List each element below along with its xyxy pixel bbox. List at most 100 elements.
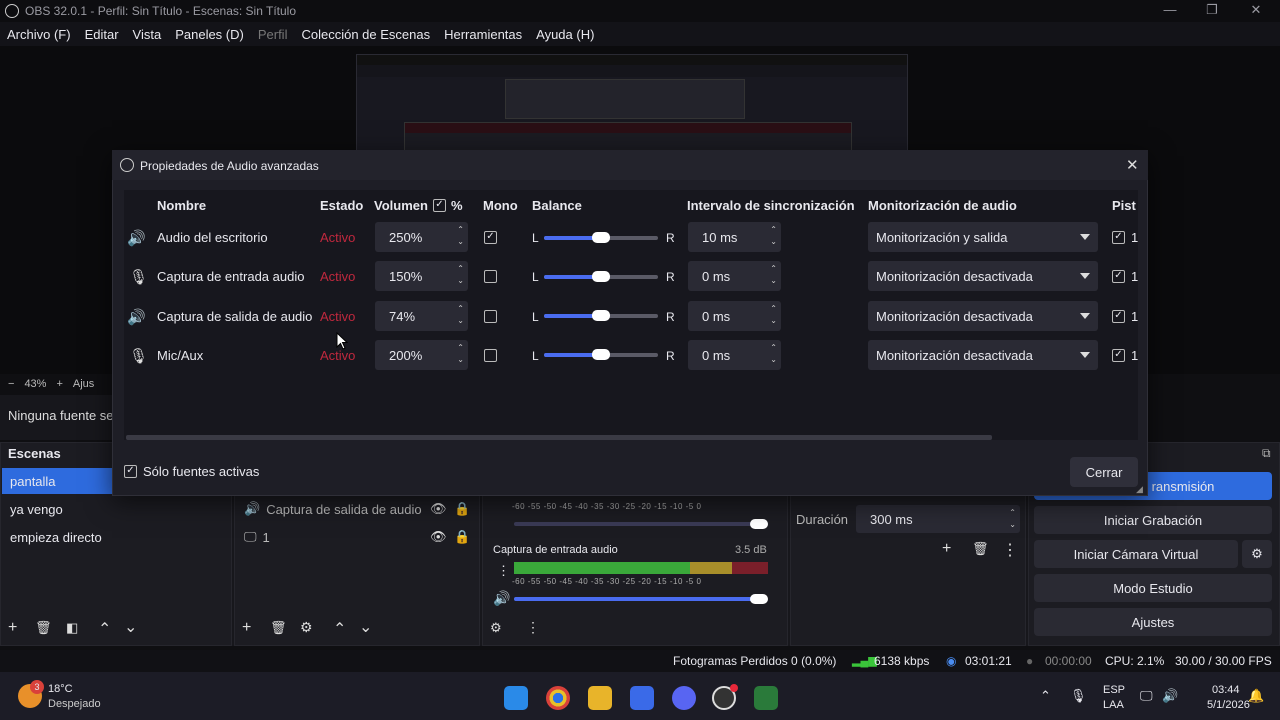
move-up-icon[interactable]: ⌃ [98,619,111,639]
mixer-menu-icon[interactable]: ⋮ [497,563,510,579]
add-scene-icon[interactable]: + [8,619,17,637]
active-only-checkbox[interactable]: ✓ [124,465,137,478]
menu-paneles[interactable]: Paneles (D) [175,27,244,42]
track-checkbox[interactable]: ✓ [1112,310,1125,323]
add-transition-icon[interactable]: + [942,540,951,558]
horizontal-scrollbar[interactable] [126,435,992,440]
spin-arrows-icon[interactable]: ⌃ ⌄ [457,342,464,366]
volume-spinbox[interactable]: 200% ⌃ ⌄ [375,340,468,370]
mixer-more-icon[interactable]: ⋮ [526,619,540,636]
visibility-eye-icon[interactable]: 👁 [430,529,447,545]
track-checkbox[interactable]: ✓ [1112,349,1125,362]
monitor-select[interactable]: Monitorización desactivada [868,340,1098,370]
mono-checkbox[interactable] [484,349,497,362]
track-checkbox[interactable]: ✓ [1112,231,1125,244]
start-virtualcam-button[interactable]: Iniciar Cámara Virtual [1034,540,1238,568]
spin-arrows-icon[interactable]: ⌃ ⌄ [770,303,777,327]
spin-arrows-icon[interactable]: ⌃ ⌄ [770,342,777,366]
volume-icon[interactable]: 🔊 [1162,688,1178,704]
menu-ayuda[interactable]: Ayuda (H) [536,27,594,42]
roblox-icon[interactable] [630,686,654,710]
source-settings-gear-icon[interactable]: ⚙ [300,619,313,636]
menu-editar[interactable]: Editar [85,27,119,42]
close-button[interactable]: Cerrar [1070,457,1138,487]
move-down-icon[interactable]: ⌄ [359,617,372,637]
chrome-icon[interactable] [546,686,570,710]
zoom-out-icon[interactable]: − [8,378,14,390]
clock-time[interactable]: 03:44 [1212,684,1240,696]
lock-icon[interactable]: 🔒 [454,501,470,517]
virtualcam-settings-gear-icon[interactable]: ⚙ [1242,540,1272,568]
clock-date[interactable]: 5/1/2026 [1207,699,1250,711]
monitor-select[interactable]: Monitorización y salida [868,222,1098,252]
menu-coleccion-escenas[interactable]: Colección de Escenas [301,27,430,42]
volume-slider-track[interactable] [514,522,768,526]
keyboard-language[interactable]: ESP [1103,684,1125,696]
sync-spinbox[interactable]: 0 ms ⌃ ⌄ [688,261,781,291]
mono-checkbox[interactable]: ✓ [484,231,497,244]
file-explorer-icon[interactable] [588,686,612,710]
mono-checkbox[interactable] [484,270,497,283]
monitor-select[interactable]: Monitorización desactivada [868,301,1098,331]
minimize-icon[interactable]: — [1150,2,1190,17]
volume-spinbox[interactable]: 74% ⌃ ⌄ [375,301,468,331]
move-up-icon[interactable]: ⌃ [333,619,346,639]
menu-herramientas[interactable]: Herramientas [444,27,522,42]
source-item[interactable]: 🔊 Captura de salida de audio 👁 🔒 [244,496,474,522]
balance-slider-knob[interactable] [592,310,610,321]
source-item[interactable]: 🖵 1 👁 🔒 [244,524,474,550]
balance-slider-knob[interactable] [592,271,610,282]
duration-spinbox[interactable]: 300 ms ⌃ ⌄ [856,505,1020,533]
start-recording-button[interactable]: Iniciar Grabación [1034,506,1272,534]
volume-spinbox[interactable]: 250% ⌃ ⌄ [375,222,468,252]
spin-arrows-icon[interactable]: ⌃ ⌄ [457,263,464,287]
delete-transition-icon[interactable]: 🗑 [972,541,989,557]
zoom-in-icon[interactable]: + [56,378,62,390]
microphone-icon[interactable]: 🎙 [1070,688,1087,704]
adjust-label[interactable]: Ajus [73,378,94,390]
volume-spinbox[interactable]: 150% ⌃ ⌄ [375,261,468,291]
resize-grip-icon[interactable]: ◢ [1136,484,1143,495]
tray-expand-icon[interactable]: ⌃ [1040,688,1051,704]
balance-slider-knob[interactable] [592,349,610,360]
monitor-select[interactable]: Monitorización desactivada [868,261,1098,291]
spin-arrows-icon[interactable]: ⌃ ⌄ [457,224,464,248]
dialog-close-icon[interactable]: ✕ [1126,156,1139,174]
maximize-icon[interactable]: ❐ [1192,2,1232,18]
sync-spinbox[interactable]: 0 ms ⌃ ⌄ [688,301,781,331]
mixer-settings-icon[interactable]: ⚙ [490,620,502,636]
scene-item[interactable]: empieza directo [2,524,228,550]
delete-source-icon[interactable]: 🗑 [270,620,287,636]
menu-perfil[interactable]: Perfil [258,27,288,42]
app-v-icon[interactable] [754,686,778,710]
menu-archivo[interactable]: Archivo (F) [7,27,71,42]
sync-spinbox[interactable]: 0 ms ⌃ ⌄ [688,340,781,370]
lock-icon[interactable]: 🔒 [454,529,470,545]
settings-button[interactable]: Ajustes [1034,608,1272,636]
balance-slider-knob[interactable] [592,232,610,243]
mono-checkbox[interactable] [484,310,497,323]
menu-vista[interactable]: Vista [133,27,162,42]
studio-mode-button[interactable]: Modo Estudio [1034,574,1272,602]
speaker-icon[interactable]: 🔊 [493,590,510,607]
sync-spinbox[interactable]: 10 ms ⌃ ⌄ [688,222,781,252]
scene-item[interactable]: ya vengo [2,496,228,522]
transition-more-icon[interactable]: ⋮ [1002,540,1018,560]
volume-percent-checkbox[interactable]: ✓ [433,199,446,212]
spin-arrows-icon[interactable]: ⌃ ⌄ [457,303,464,327]
volume-slider-knob[interactable] [750,594,768,604]
spin-arrows-icon[interactable]: ⌃ ⌄ [770,263,777,287]
volume-slider-knob[interactable] [750,519,768,529]
notifications-icon[interactable]: 🔔 [1248,688,1264,704]
keyboard-layout[interactable]: LAA [1103,699,1124,711]
windows-start-icon[interactable] [504,686,528,710]
add-source-icon[interactable]: + [242,619,251,637]
network-icon[interactable]: 🖵 [1140,688,1153,704]
spin-arrows-icon[interactable]: ⌃ ⌄ [770,224,777,248]
discord-icon[interactable] [672,686,696,710]
filter-scene-icon[interactable]: ◧ [66,620,78,636]
track-checkbox[interactable]: ✓ [1112,270,1125,283]
move-down-icon[interactable]: ⌄ [124,617,137,637]
delete-scene-icon[interactable]: 🗑 [35,620,52,636]
dock-float-icon[interactable]: ⧉ [1262,446,1271,461]
